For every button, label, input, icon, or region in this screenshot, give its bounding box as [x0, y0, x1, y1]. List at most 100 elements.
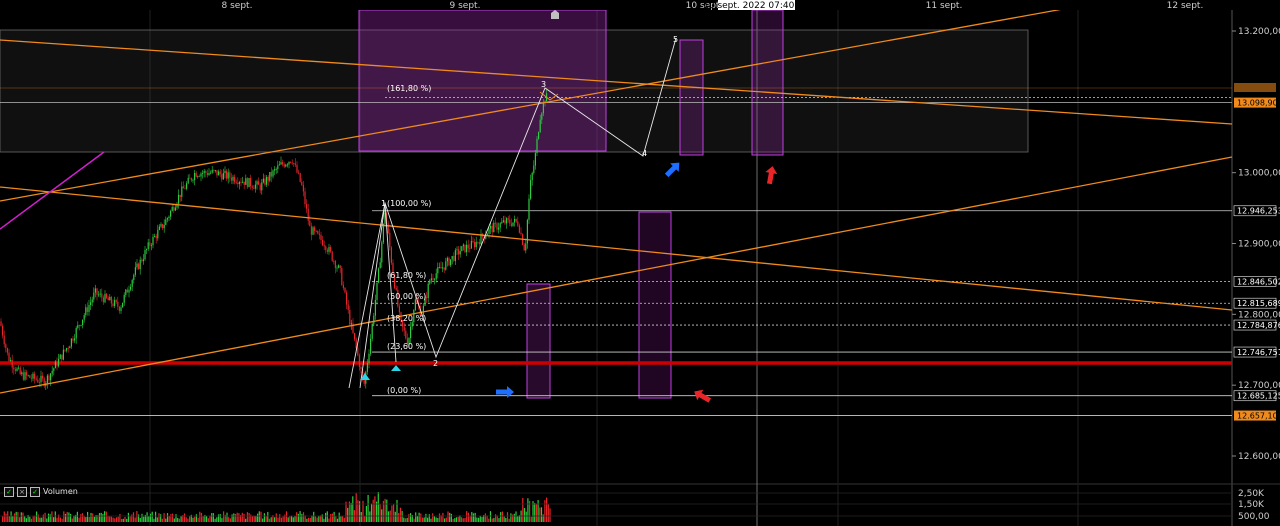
- candle-body: [250, 177, 252, 187]
- volume-bar: [326, 511, 328, 522]
- volume-bar: [92, 513, 94, 522]
- volume-bar: [160, 514, 162, 522]
- volume-bar: [376, 501, 378, 522]
- volume-bar: [163, 513, 165, 522]
- candle-body: [26, 372, 28, 376]
- volume-legend: ✓ × ✓ Volumen: [4, 486, 78, 497]
- candle-body: [114, 300, 116, 306]
- volume-bar: [223, 511, 225, 522]
- volume-bar: [219, 514, 221, 522]
- volume-bar: [143, 516, 145, 522]
- candle-body: [242, 181, 244, 183]
- candle-body: [258, 181, 260, 185]
- candle-body: [472, 241, 474, 243]
- volume-bar: [471, 512, 473, 522]
- volume-bar: [268, 518, 271, 522]
- price-tag-label: 12.685,125: [1237, 392, 1280, 401]
- candle-body: [296, 164, 298, 173]
- volume-bar: [438, 513, 441, 522]
- volume-bar: [229, 518, 231, 522]
- volume-bar: [5, 513, 7, 522]
- candle-body: [437, 267, 439, 274]
- candle-body: [370, 338, 372, 354]
- volume-bar: [234, 514, 237, 522]
- candle-body: [323, 245, 325, 247]
- volume-bar: [336, 518, 339, 522]
- price-chart[interactable]: (161,80 %)(100,00 %)(61,80 %)(50,00 %)(3…: [0, 0, 1280, 526]
- volume-bar: [515, 511, 517, 522]
- candle-body: [506, 218, 508, 224]
- volume-bar: [523, 507, 526, 522]
- volume-bar: [19, 517, 21, 522]
- volume-bar: [413, 518, 415, 522]
- volume-bar: [270, 517, 272, 522]
- candle-body: [446, 257, 448, 262]
- volume-bar: [540, 507, 543, 522]
- candle-body: [318, 233, 320, 235]
- volume-bar: [105, 511, 107, 522]
- volume-bar: [68, 512, 70, 522]
- arrow-shape: [765, 166, 778, 185]
- candle-body: [350, 323, 352, 325]
- volume-bar: [248, 512, 250, 522]
- candle-body: [435, 273, 437, 280]
- volume-bar: [472, 513, 475, 522]
- visibility-checkbox-icon[interactable]: ✓: [4, 486, 14, 497]
- volume-bar: [180, 516, 182, 522]
- volume-bar: [427, 517, 429, 522]
- candle-body: [123, 294, 125, 303]
- volume-bar: [425, 513, 427, 522]
- volume-bar: [338, 512, 340, 522]
- price-tag: 12.685,125: [1233, 390, 1280, 402]
- candle-body: [112, 303, 114, 306]
- candle-body: [338, 265, 340, 268]
- volume-bar: [88, 517, 90, 522]
- candle-body: [70, 338, 72, 347]
- candle-body: [202, 173, 204, 174]
- candle-body: [278, 164, 280, 166]
- candle-body: [216, 170, 218, 176]
- red-arrow-icon: [765, 166, 778, 185]
- price-tag-label: 12.784,876: [1237, 321, 1280, 330]
- candle-body: [246, 178, 248, 188]
- candle-body: [301, 181, 303, 185]
- candle-body: [494, 222, 496, 224]
- candle-body: [536, 138, 538, 154]
- candle-body: [170, 210, 172, 217]
- fib-level-label: (0,00 %): [387, 386, 421, 395]
- volume-bar: [7, 511, 9, 522]
- volume-bar: [415, 512, 417, 522]
- volume-bar: [314, 516, 316, 522]
- candle-body: [438, 266, 440, 268]
- candle-body: [541, 113, 543, 120]
- volume-bar: [104, 511, 106, 522]
- volume-bar: [98, 513, 101, 522]
- candle-body: [240, 182, 242, 183]
- volume-bar: [527, 498, 529, 522]
- volume-bar: [178, 518, 180, 522]
- candle-body: [326, 249, 328, 252]
- volume-bar: [420, 513, 422, 522]
- candle-body: [208, 173, 210, 176]
- volume-bar: [83, 516, 85, 522]
- candle-body: [88, 304, 90, 312]
- close-icon[interactable]: ×: [17, 486, 27, 497]
- wave-label-2: 2: [433, 359, 438, 368]
- candle-body: [0, 321, 2, 326]
- candle-body: [523, 244, 525, 251]
- candle-body: [531, 172, 533, 181]
- volume-bar: [12, 516, 14, 522]
- volume-bar: [207, 518, 209, 522]
- volume-bar: [489, 511, 492, 522]
- candle-body: [200, 173, 202, 177]
- price-tick-label: 12.800,000: [1238, 310, 1280, 320]
- candle-body: [341, 268, 343, 286]
- volume-bar: [508, 518, 510, 522]
- volume-bar: [107, 515, 109, 522]
- volume-bar: [214, 518, 216, 522]
- candle-body: [187, 177, 189, 184]
- price-tag-label: 12.657,109: [1237, 412, 1280, 421]
- candle-body: [459, 251, 461, 255]
- volume-bar: [379, 503, 381, 522]
- volume-bar: [253, 515, 255, 522]
